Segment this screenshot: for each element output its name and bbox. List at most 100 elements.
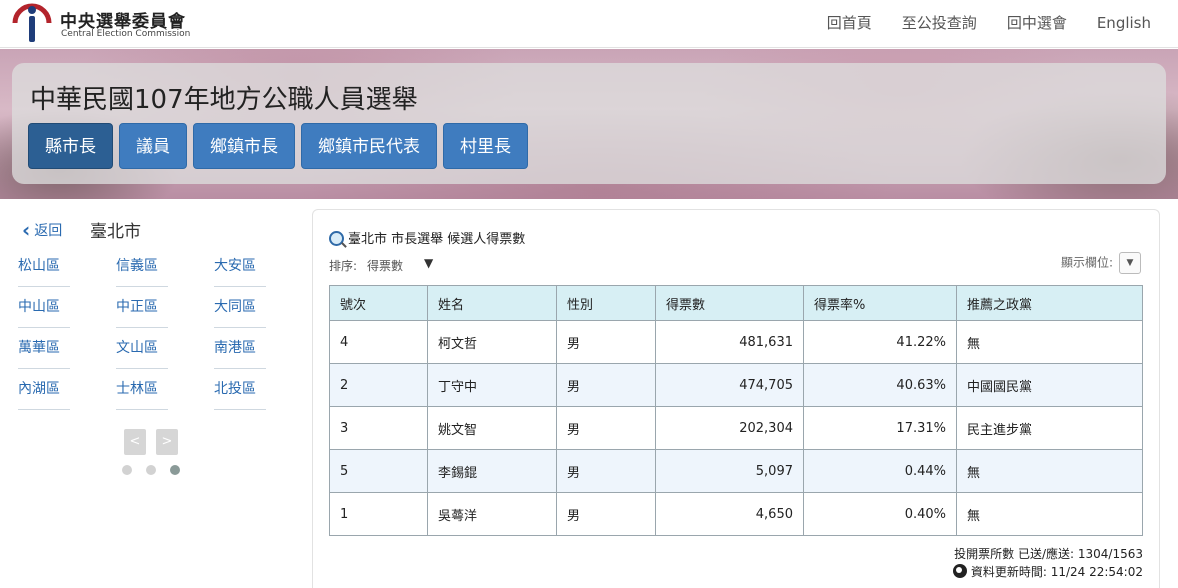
- page-dot[interactable]: [146, 465, 156, 475]
- banner-panel: 中華民國107年地方公職人員選舉 縣市長 議員 鄉鎮市長 鄉鎮市民代表 村里長: [12, 63, 1166, 184]
- top-nav: 回首頁 至公投查詢 回中選會 English: [812, 12, 1166, 34]
- district-link[interactable]: 萬華區: [18, 336, 70, 369]
- magnifier-icon: [329, 231, 344, 246]
- top-bar: 中央選舉委員會 Central Election Commission 回首頁 …: [0, 0, 1178, 48]
- columns-label: 顯示欄位:: [1060, 255, 1113, 270]
- cell-name: 柯文哲: [427, 320, 557, 364]
- cell-party: 無: [956, 492, 1143, 536]
- district-link[interactable]: 內湖區: [18, 377, 70, 410]
- table-row: 2 丁守中 男 474,705 40.63% 中國國民黨: [329, 363, 1143, 407]
- header-party: 推薦之政黨: [956, 285, 1143, 321]
- candidate-results-table: 號次 姓名 性別 得票數 得票率% 推薦之政黨 4 柯文哲 男 481,631 …: [329, 285, 1143, 536]
- cell-number: 2: [329, 363, 428, 407]
- cell-vote-rate: 0.40%: [803, 492, 957, 536]
- columns-dropdown-button[interactable]: ▼: [1119, 252, 1141, 274]
- page-dot[interactable]: [122, 465, 132, 475]
- table-row: 4 柯文哲 男 481,631 41.22% 無: [329, 320, 1143, 364]
- tab-councilor[interactable]: 議員: [119, 123, 187, 169]
- table-row: 3 姚文智 男 202,304 17.31% 民主進步黨: [329, 406, 1143, 450]
- cell-party: 無: [956, 449, 1143, 493]
- sort-value: 得票數: [367, 259, 404, 273]
- district-link[interactable]: 中正區: [116, 295, 168, 328]
- cell-party: 中國國民黨: [956, 363, 1143, 407]
- nav-home-link[interactable]: 回首頁: [812, 12, 887, 34]
- results-title-text: 臺北市 市長選舉 候選人得票數: [348, 232, 526, 247]
- cell-vote-rate: 0.44%: [803, 449, 957, 493]
- update-time: 資料更新時間: 11/24 22:54:02: [970, 565, 1143, 579]
- cell-number: 1: [329, 492, 428, 536]
- cell-votes: 5,097: [655, 449, 804, 493]
- district-link[interactable]: 信義區: [116, 254, 168, 287]
- district-list: 松山區 信義區 大安區 中山區 中正區 大同區 萬華區 文山區 南港區 內湖區 …: [18, 254, 278, 410]
- tab-township-representative[interactable]: 鄉鎮市民代表: [301, 123, 437, 169]
- prev-page-button[interactable]: <: [124, 429, 146, 455]
- district-link[interactable]: 中山區: [18, 295, 70, 328]
- district-link[interactable]: 大安區: [214, 254, 266, 287]
- tab-village-chief[interactable]: 村里長: [443, 123, 528, 169]
- cec-logo[interactable]: 中央選舉委員會 Central Election Commission: [12, 3, 212, 45]
- results-footer: 投開票所數 已送/應送: 1304/1563 資料更新時間: 11/24 22:…: [952, 545, 1143, 581]
- page-indicator: [122, 465, 180, 475]
- header-votes: 得票數: [655, 285, 804, 321]
- cell-gender: 男: [556, 363, 656, 407]
- cell-gender: 男: [556, 449, 656, 493]
- election-type-tabs: 縣市長 議員 鄉鎮市長 鄉鎮市民代表 村里長: [28, 123, 528, 169]
- district-link[interactable]: 大同區: [214, 295, 266, 328]
- next-page-button[interactable]: >: [156, 429, 178, 455]
- chevron-left-icon: ‹: [22, 218, 31, 242]
- district-link[interactable]: 北投區: [214, 377, 266, 410]
- header-number: 號次: [329, 285, 428, 321]
- logo-english-text: Central Election Commission: [61, 29, 191, 39]
- page-dot-active[interactable]: [170, 465, 180, 475]
- cell-vote-rate: 40.63%: [803, 363, 957, 407]
- update-time-line: 資料更新時間: 11/24 22:54:02: [952, 563, 1143, 581]
- district-link[interactable]: 士林區: [116, 377, 168, 410]
- district-link[interactable]: 松山區: [18, 254, 70, 287]
- nav-english-link[interactable]: English: [1082, 12, 1166, 34]
- results-panel: 臺北市 市長選舉 候選人得票數 排序: 得票數 ▼ 顯示欄位: ▼ 號次 姓名 性別…: [312, 209, 1160, 588]
- cell-name: 吳蕚洋: [427, 492, 557, 536]
- cell-votes: 4,650: [655, 492, 804, 536]
- cell-name: 李錫錕: [427, 449, 557, 493]
- header-vote-rate: 得票率%: [803, 285, 957, 321]
- cell-votes: 202,304: [655, 406, 804, 450]
- sort-control[interactable]: 排序: 得票數 ▼: [329, 256, 433, 274]
- district-sidebar: ‹ 返回 臺北市 松山區 信義區 大安區 中山區 中正區 大同區 萬華區 文山區 …: [0, 200, 310, 588]
- nav-cec-link[interactable]: 回中選會: [992, 12, 1082, 34]
- cell-party: 民主進步黨: [956, 406, 1143, 450]
- cell-number: 5: [329, 449, 428, 493]
- cec-logo-icon: [12, 3, 52, 42]
- district-pager: < >: [124, 429, 178, 455]
- banner: 中華民國107年地方公職人員選舉 縣市長 議員 鄉鎮市長 鄉鎮市民代表 村里長: [0, 49, 1178, 199]
- back-label: 返回: [34, 223, 63, 239]
- cell-party: 無: [956, 320, 1143, 364]
- polling-station-count: 投開票所數 已送/應送: 1304/1563: [954, 547, 1143, 561]
- nav-referendum-link[interactable]: 至公投查詢: [887, 12, 992, 34]
- cell-name: 丁守中: [427, 363, 557, 407]
- tab-mayor[interactable]: 縣市長: [28, 123, 113, 169]
- district-link[interactable]: 南港區: [214, 336, 266, 369]
- table-header-row: 號次 姓名 性別 得票數 得票率% 推薦之政黨: [329, 285, 1143, 321]
- sort-label: 排序:: [329, 259, 358, 273]
- cell-name: 姚文智: [427, 406, 557, 450]
- header-name: 姓名: [427, 285, 557, 321]
- cell-gender: 男: [556, 492, 656, 536]
- cell-gender: 男: [556, 406, 656, 450]
- cell-vote-rate: 41.22%: [803, 320, 957, 364]
- cell-vote-rate: 17.31%: [803, 406, 957, 450]
- cell-votes: 481,631: [655, 320, 804, 364]
- back-button[interactable]: ‹ 返回: [22, 218, 62, 242]
- cell-number: 3: [329, 406, 428, 450]
- cell-number: 4: [329, 320, 428, 364]
- election-title: 中華民國107年地方公職人員選舉: [30, 85, 418, 115]
- header-gender: 性別: [556, 285, 656, 321]
- cell-gender: 男: [556, 320, 656, 364]
- district-link[interactable]: 文山區: [116, 336, 168, 369]
- results-title: 臺北市 市長選舉 候選人得票數: [329, 228, 525, 247]
- column-selector: 顯示欄位: ▼: [1061, 252, 1141, 274]
- tab-township-chief[interactable]: 鄉鎮市長: [193, 123, 295, 169]
- dropdown-arrow-icon: ▼: [424, 256, 434, 270]
- city-name: 臺北市: [90, 222, 141, 242]
- table-row: 5 李錫錕 男 5,097 0.44% 無: [329, 449, 1143, 493]
- clock-icon: [952, 564, 967, 578]
